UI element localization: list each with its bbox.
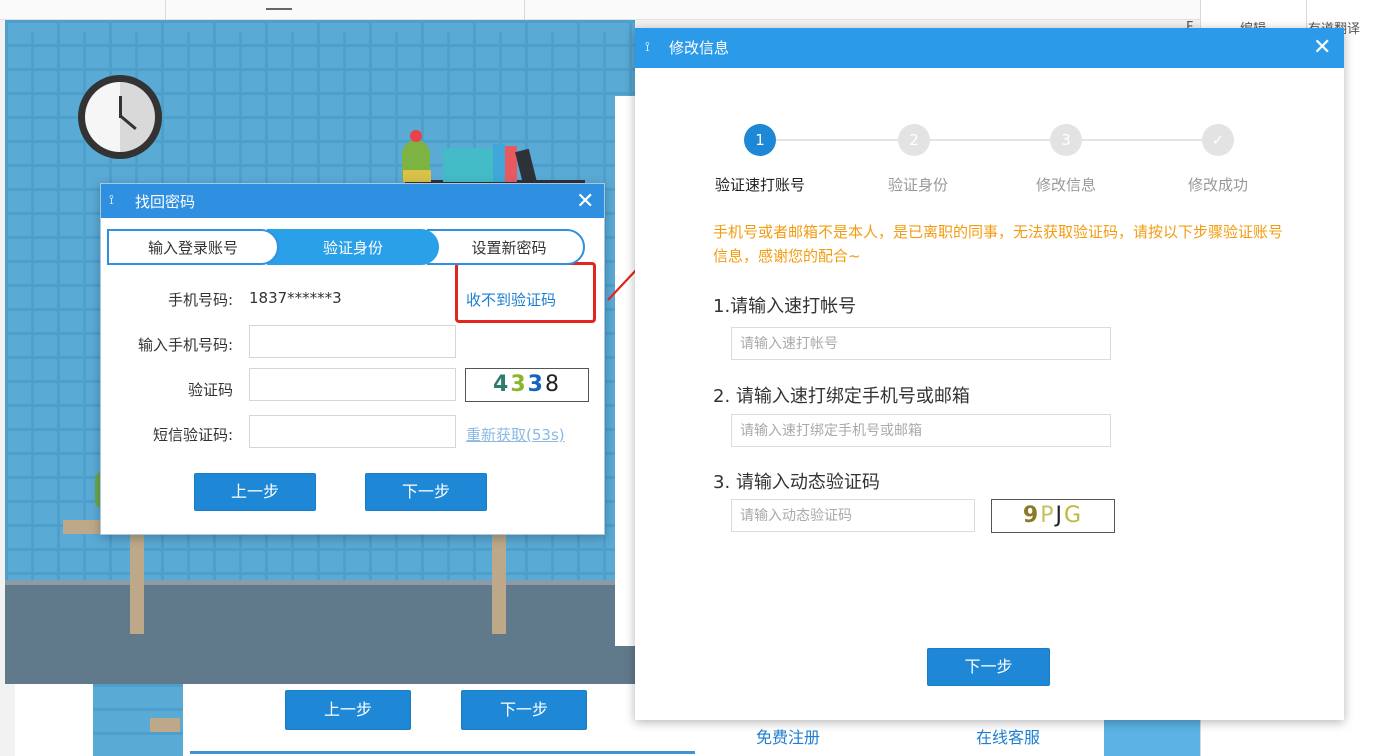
dialog-title: 修改信息 [669,39,730,57]
captcha-char: 9 [1022,503,1041,528]
dynamic-captcha-input[interactable] [731,499,975,532]
table-leg [150,718,180,732]
back-prev-button[interactable]: 上一步 [285,690,411,730]
captcha-question: 3. 请输入动态验证码 [713,472,880,493]
step-1-dot: 1 [744,124,776,156]
table-leg [492,534,506,634]
phone-value: 1837******3 [249,289,342,307]
close-icon[interactable]: ✕ [576,191,594,213]
document-top-strip [0,0,1383,20]
dialog-title: 找回密码 [135,193,196,211]
captcha-char: 3 [527,372,545,397]
dash-mark [266,8,292,10]
step-3-label: 修改信息 [1035,176,1096,194]
next-button[interactable]: 下一步 [365,473,487,511]
resend-link[interactable]: 重新获取(53s) [466,424,565,445]
captcha-image[interactable]: 9PJG [991,499,1115,533]
step-connector [1082,139,1202,141]
captcha-input[interactable] [249,368,456,401]
table-divider [524,0,525,20]
dialog-titlebar: ⟟ 找回密码 ✕ [101,184,604,218]
prev-button[interactable]: 上一步 [194,473,316,511]
book-icon [493,144,505,182]
captcha-char: 8 [544,372,561,397]
step-4-label: 修改成功 [1187,176,1248,194]
step-tabs: 输入登录账号 验证身份 设置新密码 [107,229,585,265]
sms-label: 短信验证码: [152,426,233,444]
close-icon[interactable]: ✕ [1313,37,1331,59]
dialog-titlebar: ⟟ 修改信息 ✕ [635,28,1344,68]
clock-icon [78,75,162,159]
underline-bar [190,751,695,754]
step-2-label: 验证身份 [887,176,948,194]
blue-panel [1104,716,1200,756]
captcha-label: 验证码 [187,381,233,399]
captcha-char: P [1040,503,1056,528]
clock-face [85,82,155,152]
floor [5,585,635,684]
input-phone-label: 输入手机号码: [137,336,233,354]
phone-label: 手机号码: [167,291,233,309]
recover-password-dialog: ⟟ 找回密码 ✕ 输入登录账号 验证身份 设置新密码 手机号码: 1837***… [100,183,605,535]
highlight-box [455,262,596,323]
step-connector [776,139,898,141]
tab-verify-identity[interactable]: 验证身份 [267,229,439,265]
tab-set-password[interactable]: 设置新密码 [427,229,585,265]
notice-text: 手机号或者邮箱不是本人，是已离职的同事，无法获取验证码，请按以下步骤验证账号信息… [713,223,1284,265]
captcha-char: 4 [493,372,511,397]
step-connector [930,139,1050,141]
pot-icon [403,170,431,182]
phone-input[interactable] [249,325,456,358]
online-service-link[interactable]: 在线客服 [976,724,1040,748]
app-logo-icon: ⟟ [109,193,114,208]
modify-info-dialog: ⟟ 修改信息 ✕ 1 2 3 ✓ 验证速打账号 验证身份 修改信息 修改成功 手… [635,28,1344,720]
app-logo-icon: ⟟ [645,40,650,55]
step-3-dot: 3 [1050,124,1082,156]
sms-code-input[interactable] [249,415,456,448]
account-input[interactable] [731,327,1111,360]
phone-email-input[interactable] [731,414,1111,447]
check-icon: ✓ [1202,124,1234,156]
captcha-char: J [1055,503,1065,528]
clock-hand [119,114,137,131]
captcha-image[interactable]: 4338 [465,368,589,402]
step-2-dot: 2 [898,124,930,156]
progress-stepper: 1 2 3 ✓ 验证速打账号 验证身份 修改信息 修改成功 [635,124,1344,204]
white-panel [615,96,635,646]
phone-email-question: 2. 请输入速打绑定手机号或邮箱 [713,386,970,407]
captcha-char: G [1064,503,1084,528]
flower-icon [410,130,422,142]
next-button[interactable]: 下一步 [927,648,1050,686]
back-next-button[interactable]: 下一步 [461,690,587,730]
captcha-char: 3 [510,372,528,397]
table-divider [165,0,166,20]
table-leg [130,534,144,634]
tab-input-account[interactable]: 输入登录账号 [107,229,279,265]
book-icon [443,148,493,182]
account-question: 1.请输入速打帐号 [713,296,857,317]
step-1-label: 验证速打账号 [714,176,805,194]
free-register-link[interactable]: 免费注册 [756,724,820,748]
